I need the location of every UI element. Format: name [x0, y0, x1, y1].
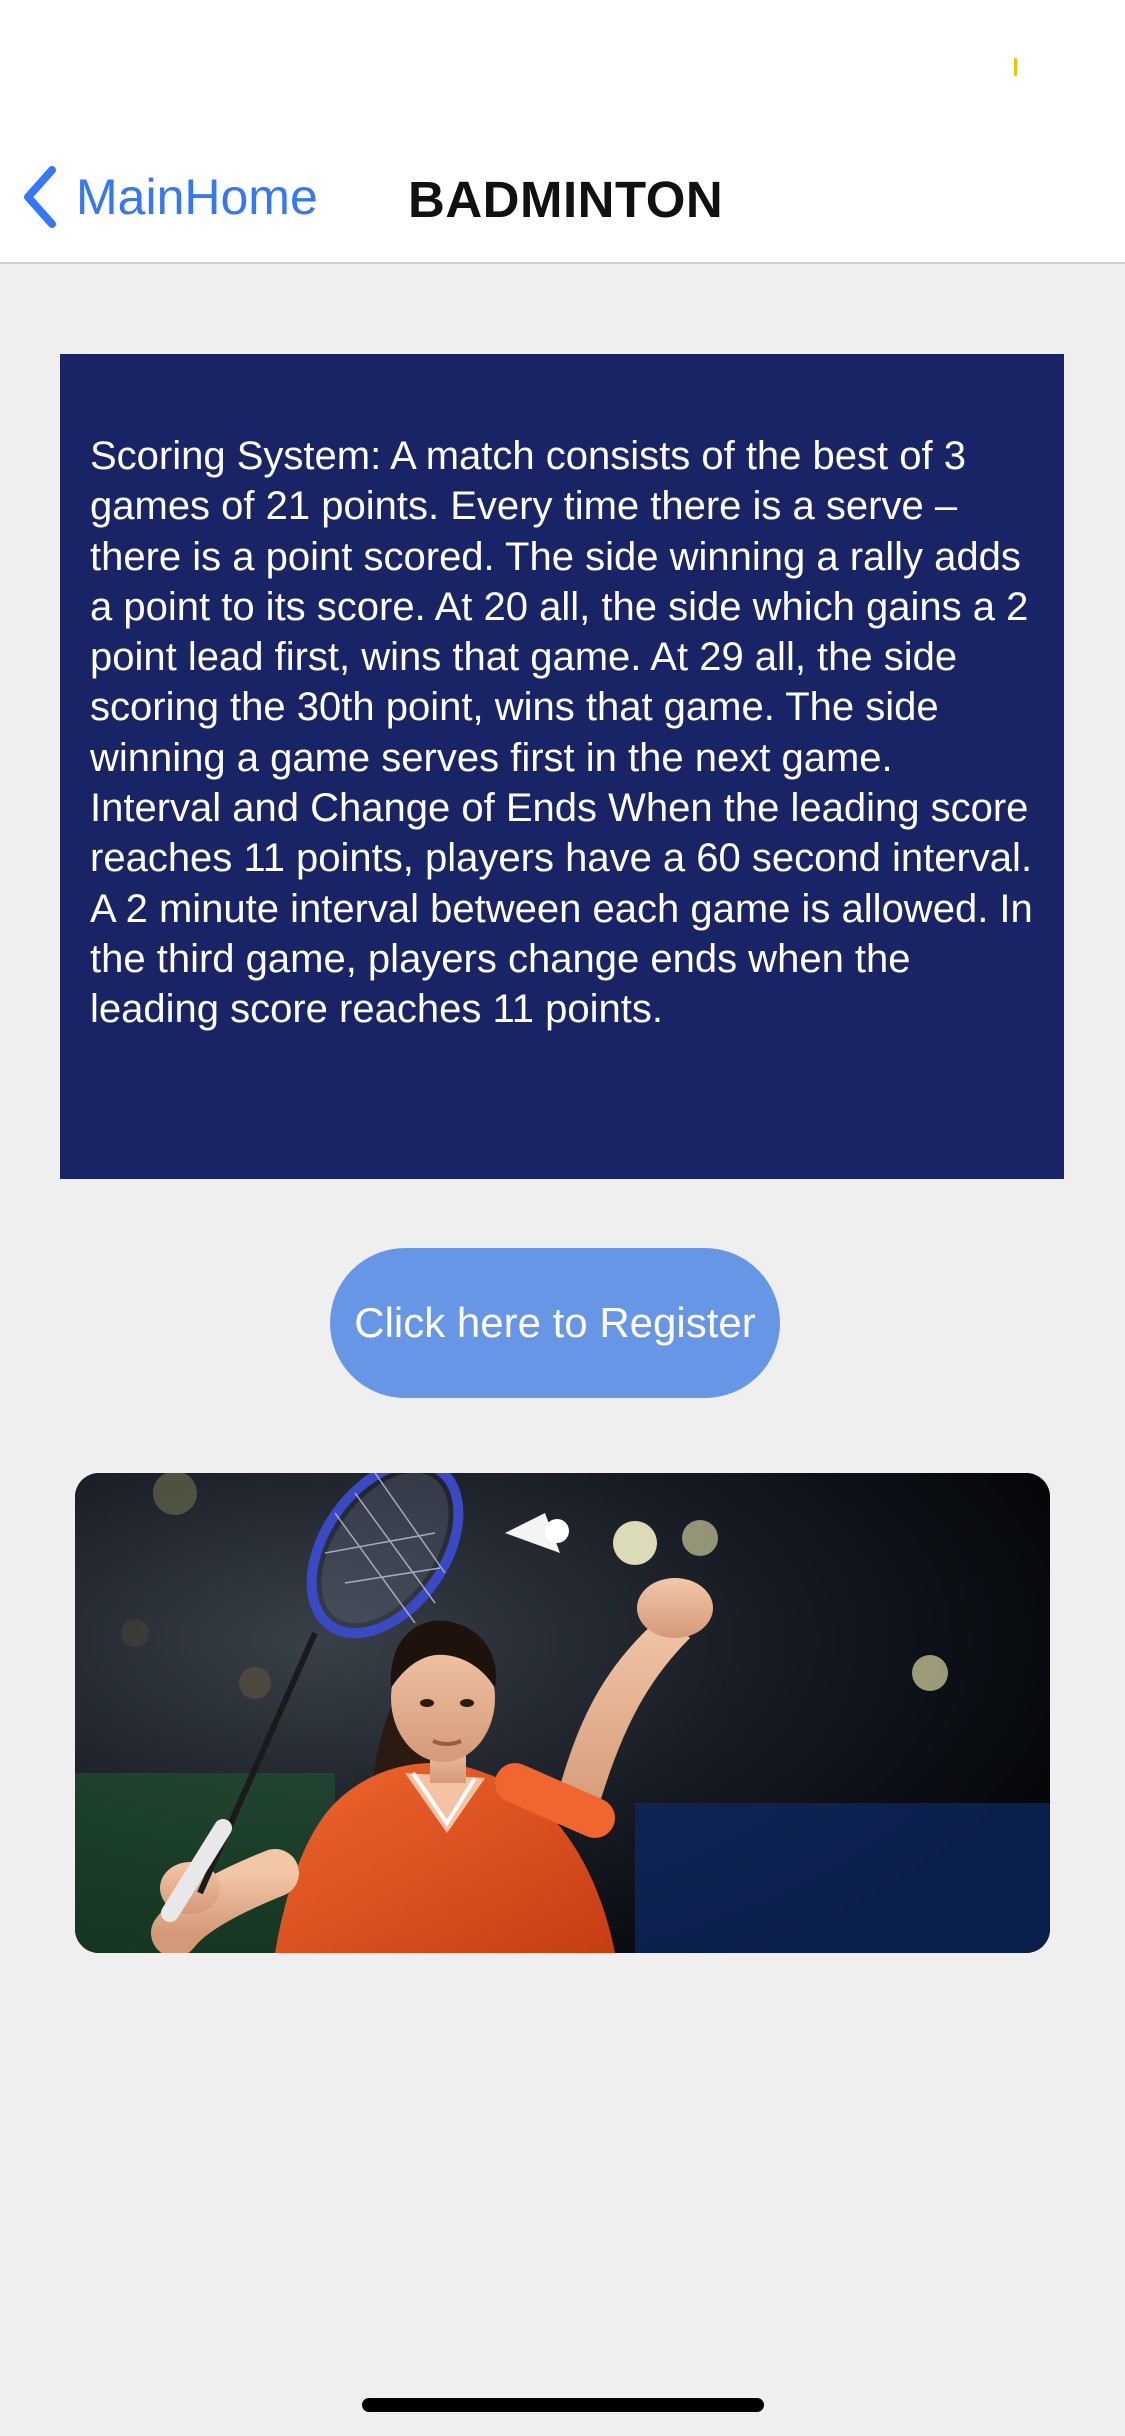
back-button-label: MainHome [76, 169, 318, 225]
status-indicator [1014, 58, 1017, 76]
home-indicator [362, 2398, 764, 2412]
badminton-player-photo [75, 1473, 1050, 1953]
scoring-info-card: Scoring System: A match consists of the … [60, 354, 1064, 1179]
register-button[interactable]: Click here to Register [330, 1248, 780, 1398]
page-title: BADMINTON [408, 171, 724, 228]
chevron-left-icon [20, 166, 58, 228]
status-bar [0, 0, 1125, 132]
back-button[interactable]: MainHome [20, 162, 318, 232]
navigation-bar: MainHome BADMINTON [0, 132, 1125, 264]
scoring-info-text: Scoring System: A match consists of the … [90, 434, 1033, 1032]
